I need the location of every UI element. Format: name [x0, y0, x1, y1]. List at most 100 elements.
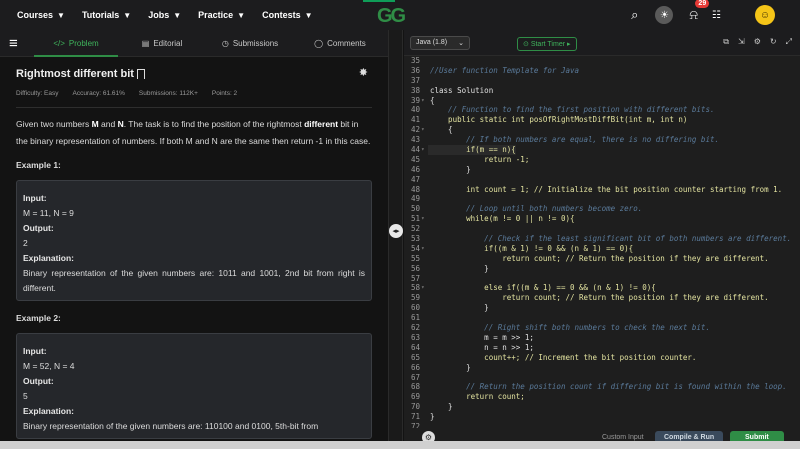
- code-line[interactable]: 71}: [404, 412, 800, 422]
- fold-arrow-icon[interactable]: [420, 86, 428, 96]
- tab-editorial[interactable]: ▤ Editorial: [119, 39, 205, 48]
- fold-arrow-icon[interactable]: [420, 155, 428, 165]
- code-line[interactable]: 44 ▾ if(m == n){: [404, 145, 800, 155]
- fold-arrow-icon[interactable]: [420, 135, 428, 145]
- fold-arrow-icon[interactable]: [420, 323, 428, 333]
- fold-arrow-icon[interactable]: [420, 333, 428, 343]
- fold-arrow-icon[interactable]: ▾: [420, 214, 428, 224]
- tab-submissions[interactable]: ◷ Submissions: [205, 39, 295, 48]
- fold-arrow-icon[interactable]: ▾: [420, 244, 428, 254]
- fold-arrow-icon[interactable]: [420, 313, 428, 323]
- menu-icon[interactable]: ≡: [9, 35, 29, 52]
- code-line[interactable]: 39 ▾{: [404, 96, 800, 106]
- code-line[interactable]: 46 }: [404, 165, 800, 175]
- fold-arrow-icon[interactable]: [420, 105, 428, 115]
- code-line[interactable]: 68 // Return the position count if diffe…: [404, 382, 800, 392]
- fold-arrow-icon[interactable]: [420, 234, 428, 244]
- code-line[interactable]: 51 ▾ while(m != 0 || n != 0){: [404, 214, 800, 224]
- fold-arrow-icon[interactable]: [420, 303, 428, 313]
- custom-input-toggle[interactable]: Custom Input: [602, 434, 644, 441]
- reset-icon[interactable]: ↻: [770, 37, 777, 47]
- fold-arrow-icon[interactable]: [420, 66, 428, 76]
- fold-arrow-icon[interactable]: [420, 373, 428, 383]
- tab-problem[interactable]: </> Problem: [33, 39, 119, 48]
- code-line[interactable]: 54 ▾ if((m & 1) != 0 && (n & 1) == 0){: [404, 244, 800, 254]
- code-line[interactable]: 48 int count = 1; // Initialize the bit …: [404, 185, 800, 195]
- search-icon[interactable]: ⌕: [631, 7, 638, 23]
- fold-arrow-icon[interactable]: [420, 363, 428, 373]
- code-line[interactable]: 53 // Check if the least significant bit…: [404, 234, 800, 244]
- code-line[interactable]: 58 ▾ else if((m & 1) == 0 && (n & 1) != 0…: [404, 283, 800, 293]
- code-line[interactable]: 50 // Loop until both numbers become zer…: [404, 204, 800, 214]
- code-line[interactable]: 42 ▾ {: [404, 125, 800, 135]
- code-line[interactable]: 57: [404, 274, 800, 284]
- code-line[interactable]: 62 // Right shift both numbers to check …: [404, 323, 800, 333]
- start-timer-button[interactable]: ⊙ Start Timer ▸: [517, 37, 577, 51]
- fold-arrow-icon[interactable]: [420, 165, 428, 175]
- nav-tutorials[interactable]: Tutorials ▼: [82, 10, 131, 20]
- fold-arrow-icon[interactable]: [420, 175, 428, 185]
- code-line[interactable]: 64 n = n >> 1;: [404, 343, 800, 353]
- fold-arrow-icon[interactable]: ▾: [420, 125, 428, 135]
- fold-arrow-icon[interactable]: [420, 115, 428, 125]
- code-line[interactable]: 61: [404, 313, 800, 323]
- site-logo[interactable]: GG: [377, 5, 406, 28]
- fold-arrow-icon[interactable]: [420, 412, 428, 422]
- code-line[interactable]: 66 }: [404, 363, 800, 373]
- code-line[interactable]: 36 //User function Template for Java: [404, 66, 800, 76]
- fold-arrow-icon[interactable]: [420, 254, 428, 264]
- fullscreen-icon[interactable]: ⤢: [786, 37, 792, 47]
- nav-courses[interactable]: Courses ▼: [17, 10, 65, 20]
- code-line[interactable]: 70 }: [404, 402, 800, 412]
- resize-handle-icon[interactable]: ◂▸: [389, 224, 403, 238]
- code-line[interactable]: 40 // Function to find the first positio…: [404, 105, 800, 115]
- code-line[interactable]: 55 return count; // Return the position …: [404, 254, 800, 264]
- notification-button[interactable]: ⍾ 29: [689, 0, 710, 24]
- panel-splitter[interactable]: [388, 30, 403, 449]
- export-icon[interactable]: ⇲: [738, 37, 745, 47]
- fold-arrow-icon[interactable]: [420, 185, 428, 195]
- language-select[interactable]: Java (1.8) ⌄: [410, 35, 470, 50]
- nav-jobs[interactable]: Jobs ▼: [148, 10, 181, 20]
- nav-contests[interactable]: Contests ▼: [262, 10, 312, 20]
- code-line[interactable]: 45 return -1;: [404, 155, 800, 165]
- fold-arrow-icon[interactable]: ▾: [420, 283, 428, 293]
- fold-arrow-icon[interactable]: [420, 402, 428, 412]
- fold-arrow-icon[interactable]: [420, 293, 428, 303]
- fold-arrow-icon[interactable]: [420, 76, 428, 86]
- fold-arrow-icon[interactable]: [420, 274, 428, 284]
- settings-icon[interactable]: ⚙: [754, 37, 761, 47]
- fold-arrow-icon[interactable]: [420, 194, 428, 204]
- copy-icon[interactable]: ⧉: [723, 37, 729, 47]
- code-line[interactable]: 52: [404, 224, 800, 234]
- fold-arrow-icon[interactable]: [420, 204, 428, 214]
- bug-report-icon[interactable]: ✸: [359, 66, 368, 79]
- code-line[interactable]: 65 count++; // Increment the bit positio…: [404, 353, 800, 363]
- code-line[interactable]: 69 return count;: [404, 392, 800, 402]
- tab-comments[interactable]: ◯ Comments: [295, 39, 385, 48]
- fold-arrow-icon[interactable]: ▾: [420, 96, 428, 106]
- code-line[interactable]: 47: [404, 175, 800, 185]
- code-line[interactable]: 41 public static int posOfRightMostDiffB…: [404, 115, 800, 125]
- code-line[interactable]: 56 }: [404, 264, 800, 274]
- nav-practice[interactable]: Practice ▼: [198, 10, 245, 20]
- code-editor[interactable]: 35 36//User function Template for Java 37 3…: [404, 56, 800, 428]
- code-line[interactable]: 43 // If both numbers are equal, there i…: [404, 135, 800, 145]
- fold-arrow-icon[interactable]: [420, 392, 428, 402]
- avatar[interactable]: ☺: [755, 5, 775, 25]
- code-line[interactable]: 38 class Solution: [404, 86, 800, 96]
- fold-arrow-icon[interactable]: [420, 343, 428, 353]
- code-line[interactable]: 67: [404, 373, 800, 383]
- fold-arrow-icon[interactable]: [420, 224, 428, 234]
- theme-toggle-icon[interactable]: ☀: [655, 6, 674, 24]
- fold-arrow-icon[interactable]: [420, 264, 428, 274]
- code-line[interactable]: 60 }: [404, 303, 800, 313]
- code-line[interactable]: 35: [404, 56, 800, 66]
- code-line[interactable]: 37: [404, 76, 800, 86]
- horizontal-scrollbar[interactable]: [0, 441, 800, 449]
- fold-arrow-icon[interactable]: [420, 382, 428, 392]
- fold-arrow-icon[interactable]: [420, 56, 428, 66]
- fold-arrow-icon[interactable]: [420, 353, 428, 363]
- code-line[interactable]: 63 m = m >> 1;: [404, 333, 800, 343]
- translate-icon[interactable]: ☷: [712, 10, 721, 21]
